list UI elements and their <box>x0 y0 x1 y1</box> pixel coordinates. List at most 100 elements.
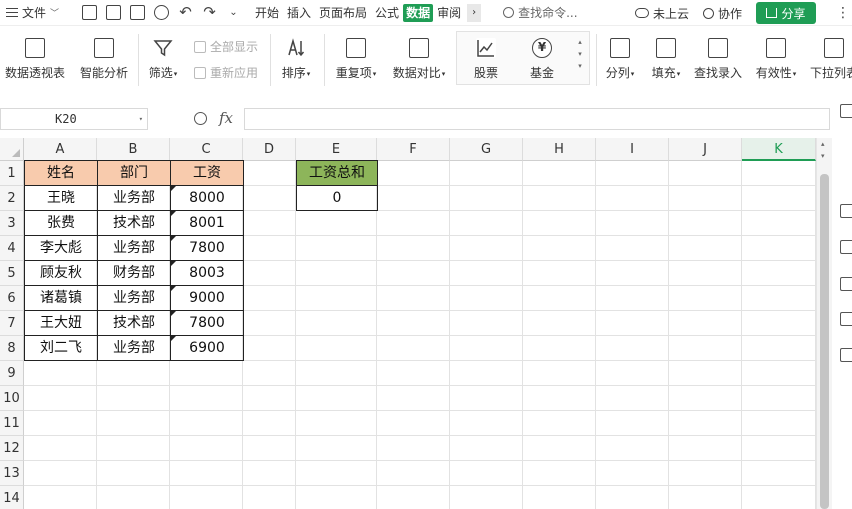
file-menu[interactable]: 文件 ﹀ <box>0 4 76 21</box>
side-panel-property-icon[interactable] <box>840 240 852 254</box>
scroll-up-icon[interactable]: ▴ <box>821 140 825 148</box>
side-panel-backup-icon[interactable] <box>840 312 852 326</box>
column-header-g[interactable]: G <box>450 138 523 161</box>
header-cell[interactable]: 姓名 <box>24 160 98 186</box>
more-options-icon[interactable]: ⋮ <box>836 5 850 21</box>
row-header-10[interactable]: 10 <box>0 386 24 411</box>
formula-input[interactable] <box>244 108 830 130</box>
print-icon[interactable] <box>130 5 145 20</box>
table-cell[interactable]: 王晓 <box>24 185 98 211</box>
column-header-i[interactable]: I <box>596 138 669 161</box>
row-header-4[interactable]: 4 <box>0 236 24 261</box>
side-panel-help-icon[interactable] <box>840 348 852 362</box>
validity-button[interactable]: 有效性▾ <box>752 26 800 81</box>
column-header-b[interactable]: B <box>97 138 170 161</box>
row-header-12[interactable]: 12 <box>0 436 24 461</box>
header-cell[interactable]: 部门 <box>97 160 171 186</box>
row-header-1[interactable]: 1 <box>0 161 24 186</box>
tab-formulas[interactable]: 公式 <box>371 0 403 26</box>
undo-icon[interactable]: ↶ <box>178 5 193 20</box>
collaborate-button[interactable]: 协作 <box>702 5 742 22</box>
row-header-5[interactable]: 5 <box>0 261 24 286</box>
duplicates-button[interactable]: 重复项▾ <box>332 26 380 81</box>
stock-button[interactable]: 股票 <box>468 26 504 81</box>
column-header-a[interactable]: A <box>24 138 97 161</box>
row-header-9[interactable]: 9 <box>0 361 24 386</box>
tab-review[interactable]: 审阅 <box>433 0 465 26</box>
tab-page-layout[interactable]: 页面布局 <box>315 0 371 26</box>
column-header-j[interactable]: J <box>669 138 742 161</box>
row-header-3[interactable]: 3 <box>0 211 24 236</box>
filter-button[interactable]: 筛选▾ <box>144 26 182 81</box>
table-cell[interactable]: 顾友秋 <box>24 260 98 286</box>
more-tabs-button[interactable]: › <box>467 3 482 22</box>
row-header-14[interactable]: 14 <box>0 486 24 509</box>
table-cell[interactable]: 8003 <box>170 260 244 286</box>
column-header-h[interactable]: H <box>523 138 596 161</box>
table-cell[interactable]: 7800 <box>170 235 244 261</box>
scroll-thumb[interactable] <box>820 174 829 509</box>
zoom-icon[interactable] <box>194 112 207 125</box>
export-icon[interactable] <box>106 5 121 20</box>
table-cell[interactable]: 7800 <box>170 310 244 336</box>
fx-icon[interactable]: fx <box>219 109 233 127</box>
table-cell[interactable]: 技术部 <box>97 310 171 336</box>
reapply-button[interactable]: 重新应用 <box>194 64 258 81</box>
print-preview-icon[interactable] <box>154 5 169 20</box>
table-cell[interactable]: 财务部 <box>97 260 171 286</box>
scroll-down-icon[interactable]: ▾ <box>821 152 825 160</box>
show-all-button[interactable]: 全部显示 <box>194 38 258 55</box>
spreadsheet-grid[interactable]: ABCDEFGHIJK 1 2 3 4 5 6 7 8 9 10 11 12 13 14 姓名 部门 工资 王晓… <box>0 138 816 509</box>
table-cell[interactable]: 李大彪 <box>24 235 98 261</box>
table-cell[interactable]: 8001 <box>170 210 244 236</box>
table-cell[interactable]: 张费 <box>24 210 98 236</box>
column-header-d[interactable]: D <box>243 138 296 161</box>
table-cell[interactable]: 9000 <box>170 285 244 311</box>
split-column-button[interactable]: 分列▾ <box>602 26 638 81</box>
table-cell[interactable]: 诸葛镇 <box>24 285 98 311</box>
tab-insert[interactable]: 插入 <box>283 0 315 26</box>
vertical-scrollbar[interactable]: ▴ ▾ <box>816 138 832 509</box>
sort-button[interactable]: 排序▾ <box>278 26 314 81</box>
command-search[interactable]: 查找命令... <box>503 4 578 21</box>
column-header-c[interactable]: C <box>170 138 243 161</box>
side-panel-locate-icon[interactable] <box>840 277 852 291</box>
save-icon[interactable] <box>82 5 97 20</box>
customize-toolbar-icon[interactable]: ⌄ <box>226 5 241 20</box>
row-header-8[interactable]: 8 <box>0 336 24 361</box>
tab-data[interactable]: 数据 <box>403 3 434 22</box>
select-all-corner[interactable] <box>0 138 24 161</box>
table-cell[interactable]: 王大妞 <box>24 310 98 336</box>
table-cell[interactable]: 技术部 <box>97 210 171 236</box>
column-header-k[interactable]: K <box>742 138 816 161</box>
header-cell[interactable]: 工资 <box>170 160 244 186</box>
table-cell[interactable]: 业务部 <box>97 285 171 311</box>
name-box[interactable]: K20 ▾ <box>0 108 148 130</box>
smart-analysis-button[interactable]: 智能分析 <box>78 26 130 81</box>
data-compare-button[interactable]: 数据对比▾ <box>390 26 448 81</box>
row-header-7[interactable]: 7 <box>0 311 24 336</box>
cloud-status[interactable]: 未上云 <box>634 5 689 22</box>
row-header-13[interactable]: 13 <box>0 461 24 486</box>
column-header-e[interactable]: E <box>296 138 377 161</box>
table-cell[interactable]: 业务部 <box>97 235 171 261</box>
table-cell[interactable]: 业务部 <box>97 335 171 361</box>
fund-button[interactable]: ¥ 基金 <box>524 26 560 81</box>
pivot-table-button[interactable]: 数据透视表 <box>4 26 66 81</box>
side-panel-collapse-icon[interactable] <box>840 104 852 118</box>
share-button[interactable]: 分享 <box>756 2 816 24</box>
column-header-f[interactable]: F <box>377 138 450 161</box>
redo-icon[interactable]: ↷ <box>202 5 217 20</box>
row-header-11[interactable]: 11 <box>0 411 24 436</box>
table-cell[interactable]: 8000 <box>170 185 244 211</box>
lookup-entry-button[interactable]: 查找录入 <box>692 26 744 81</box>
side-panel-style-icon[interactable] <box>840 204 852 218</box>
salary-sum-header-cell[interactable]: 工资总和 <box>296 160 378 186</box>
salary-sum-value-cell[interactable]: 0 <box>296 185 378 211</box>
table-cell[interactable]: 6900 <box>170 335 244 361</box>
table-cell[interactable]: 业务部 <box>97 185 171 211</box>
row-header-6[interactable]: 6 <box>0 286 24 311</box>
fill-button[interactable]: 填充▾ <box>648 26 684 81</box>
table-cell[interactable]: 刘二飞 <box>24 335 98 361</box>
row-header-2[interactable]: 2 <box>0 186 24 211</box>
